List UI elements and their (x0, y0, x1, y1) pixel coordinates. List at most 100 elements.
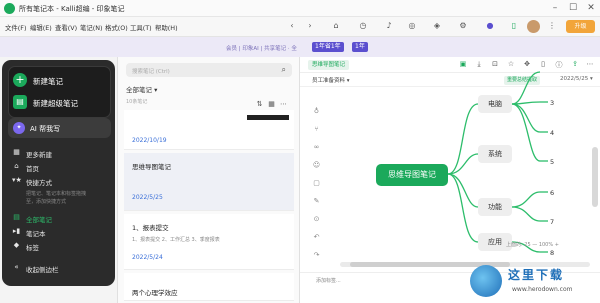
shield-icon[interactable]: ◈ (431, 20, 443, 32)
title-bar: 所有笔记本 - Kalli超编 - 印象笔记 – ☐ ✕ (0, 0, 600, 17)
settings-icon[interactable]: ⚙ (457, 20, 469, 32)
banner-text: 会员 | 印象AI | 共享笔记 · 全 (226, 46, 297, 52)
sort-icon[interactable]: ⇅ (255, 100, 264, 108)
watermark-text: 这里下载 (508, 268, 565, 282)
note-card[interactable]: 1、报表提交 1、报表提交 2、工作汇总 3、季度报表 2022/5/24 (124, 214, 294, 270)
menu-edit[interactable]: 编辑(E) (30, 23, 52, 32)
upgrade-button[interactable]: 升级 (566, 20, 595, 33)
menu-tools[interactable]: 工具(T) (130, 23, 152, 32)
note-snippet: 1、报表提交 2、工作汇总 3、季度报表 (132, 237, 220, 243)
super-note-icon: ▤ (13, 95, 27, 109)
mindmap-leaf-node[interactable]: 3 (550, 99, 554, 107)
menu-help[interactable]: 帮助(H) (155, 23, 178, 32)
ai-write-button[interactable]: ✦ AI 帮我写 (8, 118, 111, 138)
mindmap-leaf-node[interactable]: 5 (550, 158, 554, 166)
more-icon[interactable]: ⋮ (546, 20, 558, 32)
mindmap-branch-node[interactable]: 电脑 (478, 95, 512, 113)
tag-icon: ◆ (13, 241, 20, 249)
maximize-icon[interactable]: ☐ (566, 2, 580, 14)
watermark-logo-icon (470, 265, 502, 297)
note-card[interactable]: 两个心理学效应 (124, 273, 294, 301)
filter-icon[interactable]: ▦ (267, 100, 276, 108)
ai-write-label: AI 帮我写 (30, 125, 61, 133)
search-icon[interactable]: ⌕ (282, 65, 286, 75)
menu-bar: 文件(F) 编辑(E) 查看(V) 笔记(N) 格式(O) 工具(T) 帮助(H… (0, 17, 600, 37)
evernote-app-icon (4, 3, 15, 14)
mindmap-leaf-node[interactable]: 6 (550, 189, 554, 197)
sidebar-item-more-new[interactable]: ▦ 更多新建 (12, 147, 112, 159)
note-date: 2022/5/24 (132, 254, 163, 261)
close-icon[interactable]: ✕ (584, 2, 598, 14)
mindmap-branch-node[interactable]: 系统 (478, 145, 512, 163)
site-watermark: 这里下载 www.herodown.com (470, 262, 598, 300)
sidebar-item-all-notes[interactable]: ▤ 全部笔记 (12, 212, 112, 224)
menu-view[interactable]: 查看(V) (55, 23, 77, 32)
sidebar-item-label: 首页 (26, 165, 39, 173)
sidebar-item-label: 笔记本 (26, 230, 46, 238)
home-icon: ⌂ (14, 162, 19, 170)
back-arrow-icon[interactable]: ‹ (286, 20, 298, 32)
sidebar-item-shortcuts[interactable]: ▾★ 快捷方式 (12, 175, 112, 187)
sync-icon[interactable]: ◎ (406, 20, 418, 32)
minimize-icon[interactable]: – (548, 2, 562, 14)
bell-icon[interactable]: ♪ (383, 20, 395, 32)
note-card-selected[interactable]: 思维导图笔记 2022/5/25 (124, 153, 294, 211)
note-date: 2022/5/25 (132, 194, 163, 201)
note-title: 两个心理学效应 (132, 289, 178, 297)
search-input[interactable]: 搜索笔记 (Ctrl) ⌕ (126, 63, 292, 77)
connector-root-2 (447, 153, 479, 175)
notebook-icon: ▸▮ (12, 227, 21, 235)
connector-root-3 (447, 173, 479, 208)
plus-icon: + (13, 73, 27, 87)
mindmap-connectors (447, 71, 548, 253)
more-icon[interactable]: ⋯ (279, 100, 288, 108)
watermark-url: www.herodown.com (512, 286, 573, 293)
forward-arrow-icon[interactable]: › (304, 20, 316, 32)
banner-badge-1: 1年省1年 (312, 42, 344, 52)
clock-icon[interactable]: ◷ (357, 20, 369, 32)
sidebar-item-home[interactable]: ⌂ 首页 (12, 161, 112, 173)
avatar[interactable] (527, 20, 540, 33)
sidebar-item-label: 全部笔记 (26, 216, 52, 224)
sidebar-item-notebooks[interactable]: ▸▮ 笔记本 (12, 226, 112, 238)
collapse-icon: « (14, 263, 19, 271)
promo-banner[interactable]: 会员 | 印象AI | 共享笔记 · 全 1年省1年 1年 (0, 37, 600, 57)
star-icon: ▾★ (12, 176, 22, 184)
menu-note[interactable]: 笔记(N) (80, 23, 103, 32)
grid-icon: ▦ (13, 148, 20, 156)
mindmap-leaf-node[interactable]: 7 (550, 218, 554, 226)
sidebar-item-label: 更多新建 (26, 151, 52, 159)
shortcut-hint-2: 至，添加快捷方式 (26, 199, 67, 205)
mindmap-root-node[interactable]: 思维导图笔记 (376, 164, 448, 186)
sidebar-item-label: 标签 (26, 244, 39, 252)
note-thumbnail (247, 115, 289, 120)
sidebar-item-tags[interactable]: ◆ 标签 (12, 240, 112, 252)
sidebar-item-label: 快捷方式 (26, 179, 52, 187)
connector-root-4 (447, 173, 479, 243)
new-note-button[interactable]: + 新建笔记 (13, 72, 105, 90)
mindmap-leaf-node[interactable]: 4 (550, 129, 554, 137)
sidebar-collapse[interactable]: « 收起侧边栏 (12, 262, 112, 274)
connector-b1-leaf3 (511, 103, 541, 162)
mindmap-branch-node[interactable]: 功能 (478, 198, 512, 216)
add-tag-field[interactable]: 添加标签... (316, 277, 341, 284)
note-list-title[interactable]: 全部笔记 ▾ (126, 84, 157, 94)
note-card[interactable]: 2022/10/19 (124, 110, 294, 150)
new-super-note-label: 新建超级笔记 (33, 99, 78, 108)
shortcut-hint-1: 把笔记、笔记本和标签拖拽 (26, 191, 87, 197)
connector-b1-leaf-top (511, 71, 541, 105)
ai-icon[interactable]: ● (484, 20, 496, 32)
window-title: 所有笔记本 - Kalli超编 - 印象笔记 (19, 5, 125, 13)
connector-b3-leaf2 (511, 206, 541, 222)
sidebar-item-label: 收起侧边栏 (26, 266, 59, 274)
connector-root-1 (447, 103, 479, 175)
mindmap-leaf-node[interactable]: 8 (550, 249, 554, 257)
mobile-icon[interactable]: ▯ (508, 20, 520, 32)
note-icon: ▤ (13, 213, 20, 221)
menu-format[interactable]: 格式(O) (105, 23, 128, 32)
notification-icon[interactable]: ⌂ (330, 20, 342, 32)
note-count: 10条笔记 (126, 99, 148, 105)
zoom-controls[interactable]: 上面的: 25 — 100% + (506, 241, 559, 248)
menu-file[interactable]: 文件(F) (5, 23, 26, 32)
new-super-note-button[interactable]: ▤ 新建超级笔记 (13, 94, 105, 112)
